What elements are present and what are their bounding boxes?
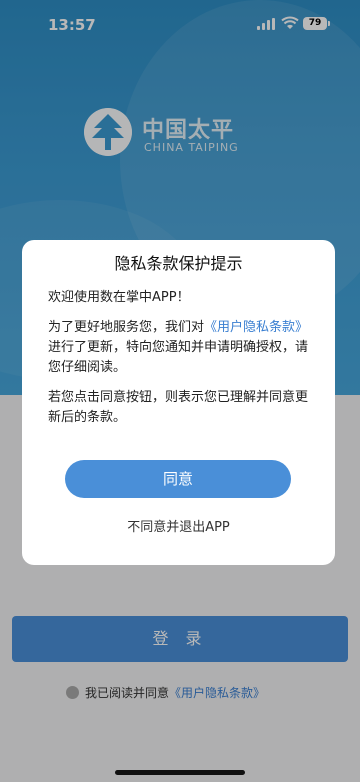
home-indicator (115, 770, 245, 775)
dialog-title: 隐私条款保护提示 (114, 254, 243, 273)
decline-and-exit-button[interactable]: 不同意并退出APP (22, 516, 335, 535)
para1-prefix: 为了更好地服务您，我们对 (48, 320, 205, 335)
privacy-terms-link[interactable]: 《用户隐私条款》 (204, 320, 308, 335)
agree-button[interactable]: 同意 (65, 460, 291, 498)
dialog-paragraph-1: 为了更好地服务您，我们对《用户隐私条款》进行了更新，特向您通知并申请明确授权，请… (48, 318, 310, 378)
privacy-dialog: 隐私条款保护提示 欢迎使用数在掌中APP！ 为了更好地服务您，我们对《用户隐私条… (22, 240, 335, 565)
dialog-body: 欢迎使用数在掌中APP！ 为了更好地服务您，我们对《用户隐私条款》进行了更新，特… (48, 288, 310, 438)
dialog-greeting: 欢迎使用数在掌中APP！ (48, 290, 190, 305)
para1-suffix: 进行了更新，特向您通知并申请明确授权，请您仔细阅读。 (48, 340, 309, 375)
dialog-paragraph-2: 若您点击同意按钮，则表示您已理解并同意更新后的条款。 (48, 390, 309, 425)
